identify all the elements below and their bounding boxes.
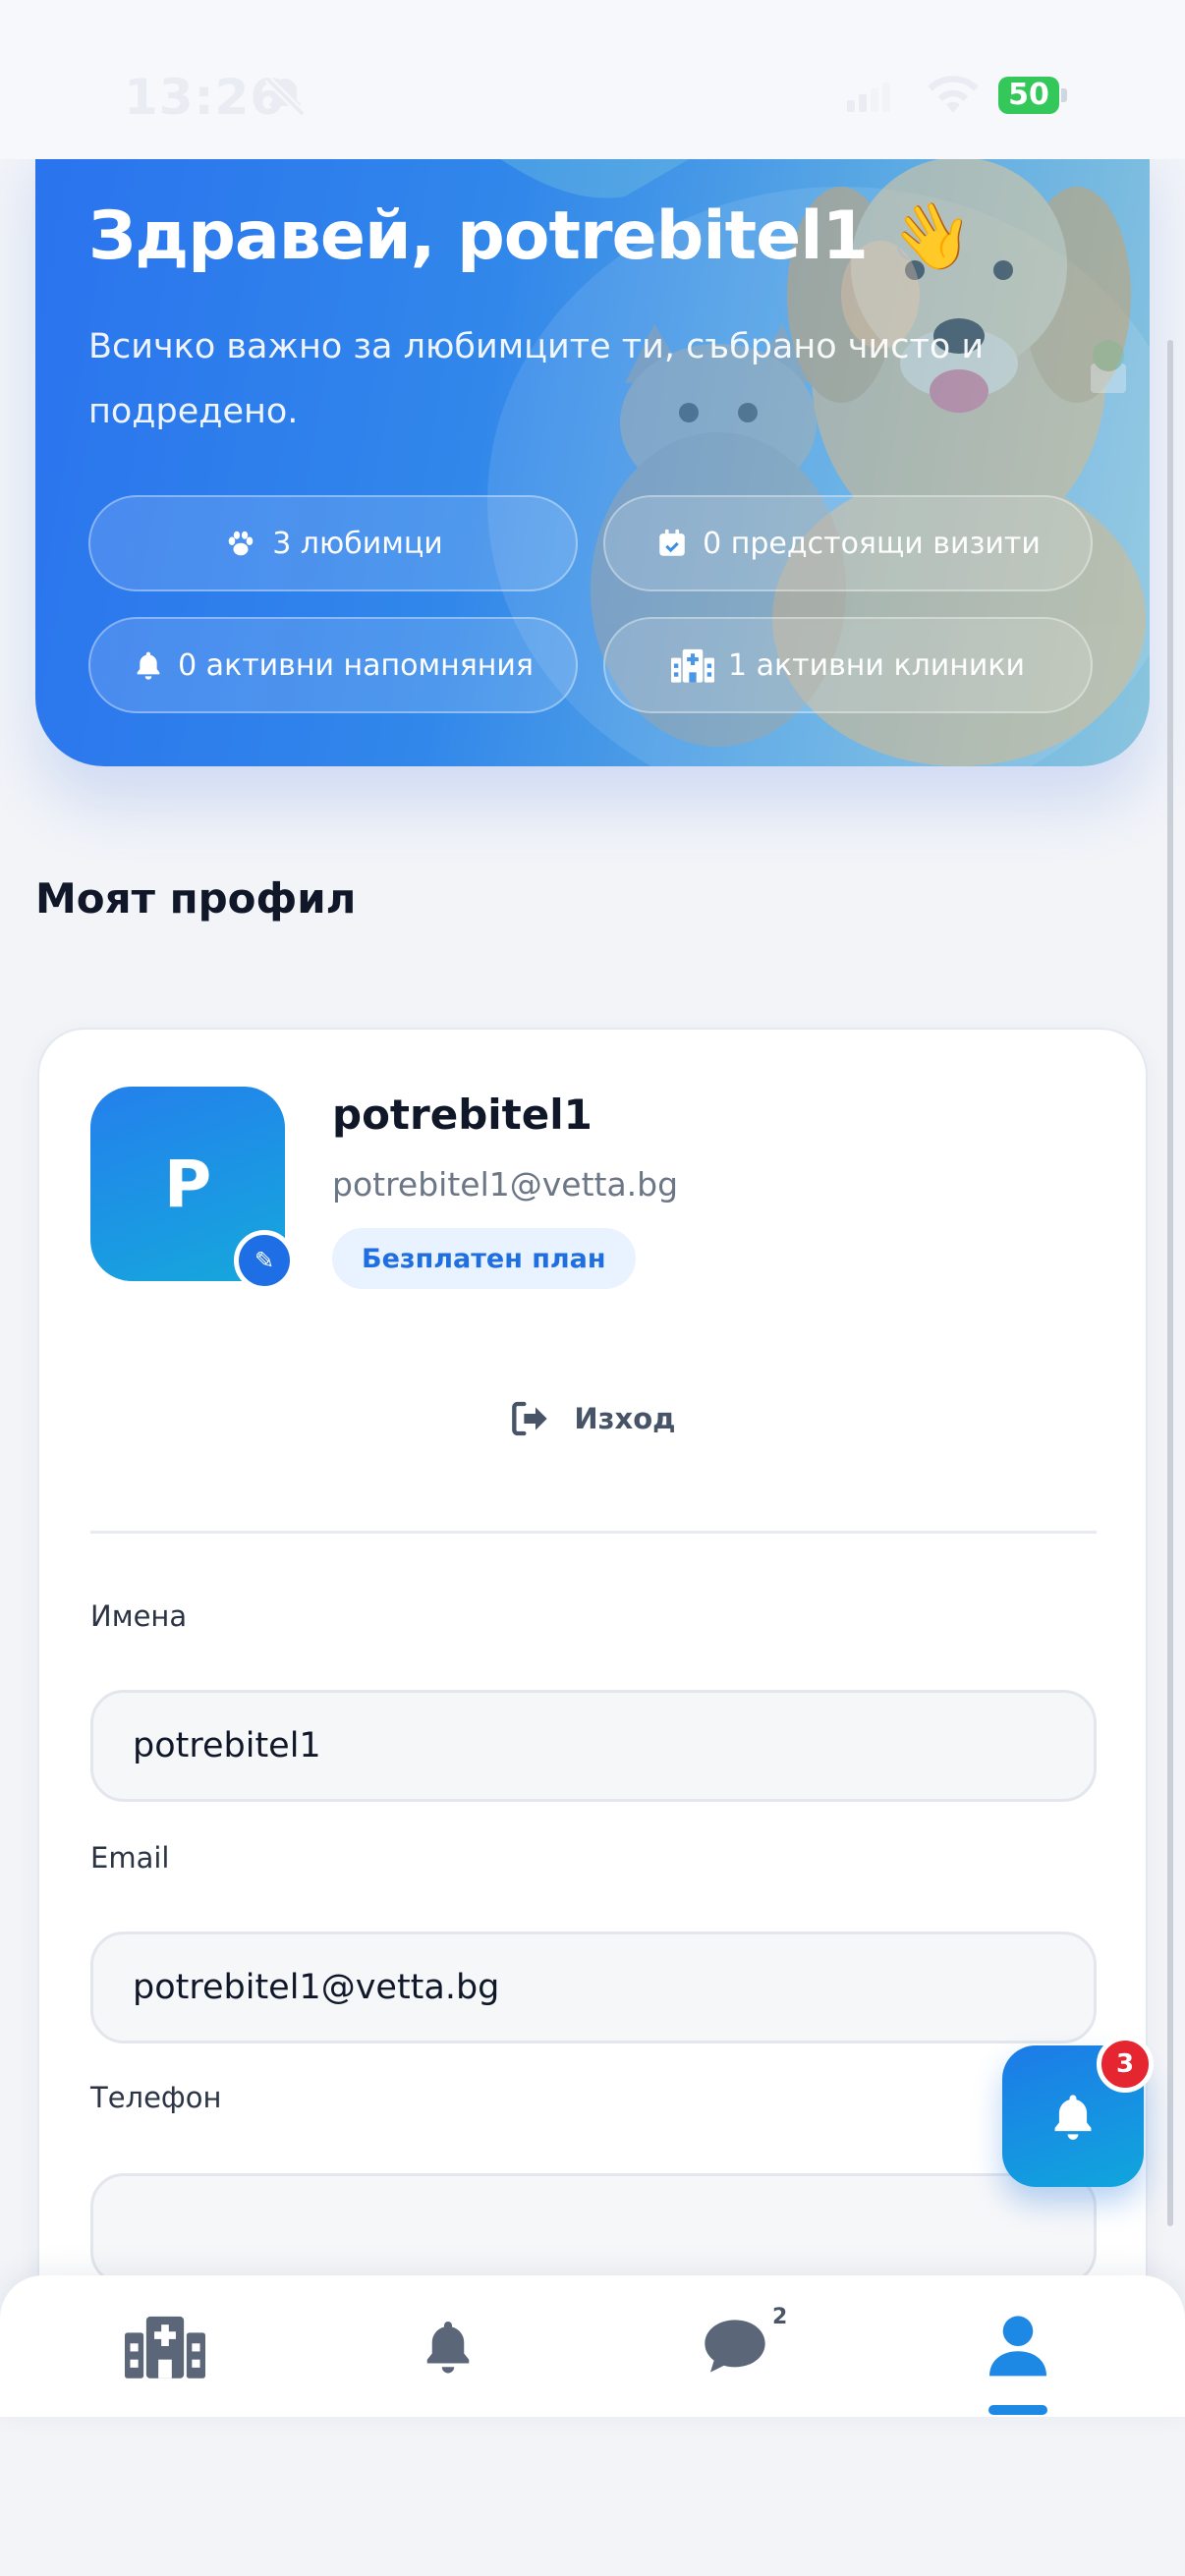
notifications-count-badge: 3 [1097, 2036, 1154, 2093]
battery-indicator: 50 [998, 77, 1059, 114]
wifi-icon [928, 76, 979, 113]
name-field-label: Имена [90, 1599, 188, 1633]
phone-field-label: Телефон [90, 2081, 222, 2114]
status-bar: 13:26 50 [0, 0, 1185, 159]
bottom-tab-bar [0, 2275, 1185, 2417]
paw-icon [228, 531, 254, 556]
logout-icon [512, 1401, 548, 1436]
tab-reminders[interactable] [369, 2275, 527, 2417]
pencil-icon: ✎ [254, 1247, 275, 1274]
stat-clinics-label: 1 активни клиники [728, 647, 1025, 683]
stat-reminders-pill[interactable]: 0 активни напомняния [88, 617, 578, 713]
stat-visits-label: 0 предстоящи визити [703, 526, 1041, 561]
messages-count-badge: 2 [772, 2305, 788, 2329]
profile-name: potrebitel1 [332, 1091, 592, 1139]
logout-label: Изход [574, 1402, 676, 1435]
edit-avatar-button[interactable]: ✎ [234, 1230, 295, 1291]
calendar-check-icon [659, 529, 685, 556]
phone-field[interactable] [90, 2173, 1097, 2285]
bell-icon [1054, 2095, 1092, 2140]
profile-email: potrebitel1@vetta.bg [332, 1165, 679, 1204]
card-divider [90, 1531, 1097, 1534]
tab-messages[interactable] [656, 2275, 814, 2417]
hero-banner: Здравей, potrebitel1 👋 Всичко важно за л… [35, 128, 1150, 766]
tab-clinics[interactable] [86, 2275, 244, 2417]
chat-icon [705, 2320, 765, 2373]
logout-button[interactable]: Изход [39, 1399, 1146, 1438]
signal-icon [847, 83, 890, 112]
user-icon [989, 2316, 1046, 2377]
email-field[interactable]: potrebitel1@vetta.bg [90, 1932, 1097, 2044]
hero-greeting: Здравей, potrebitel1 👋 [88, 197, 973, 275]
name-field[interactable]: potrebitel1 [90, 1690, 1097, 1802]
stat-pets-pill[interactable]: 3 любимци [88, 495, 578, 591]
stat-visits-pill[interactable]: 0 предстоящи визити [603, 495, 1093, 591]
hero-subtitle: Всичко важно за любимците ти, събрано чи… [88, 327, 985, 431]
plan-badge: Безплатен план [332, 1228, 636, 1289]
active-tab-indicator [988, 2405, 1047, 2415]
tab-profile[interactable] [939, 2275, 1097, 2417]
stat-pets-label: 3 любимци [272, 526, 443, 561]
scrollbar[interactable] [1167, 340, 1173, 2226]
bell-slash-icon [264, 76, 306, 117]
stat-reminders-label: 0 активни напомняния [178, 647, 534, 683]
home-indicator-area [0, 2417, 1185, 2576]
avatar-initial: P [163, 1146, 212, 1222]
email-field-label: Email [90, 1841, 170, 1875]
section-title: Моят профил [35, 874, 357, 923]
clinic-icon [671, 648, 715, 683]
stat-clinics-pill[interactable]: 1 активни клиники [603, 617, 1093, 713]
bell-icon [426, 2322, 470, 2374]
bell-icon [137, 651, 160, 680]
battery-tip [1061, 88, 1067, 102]
clinic-icon [125, 2316, 205, 2379]
